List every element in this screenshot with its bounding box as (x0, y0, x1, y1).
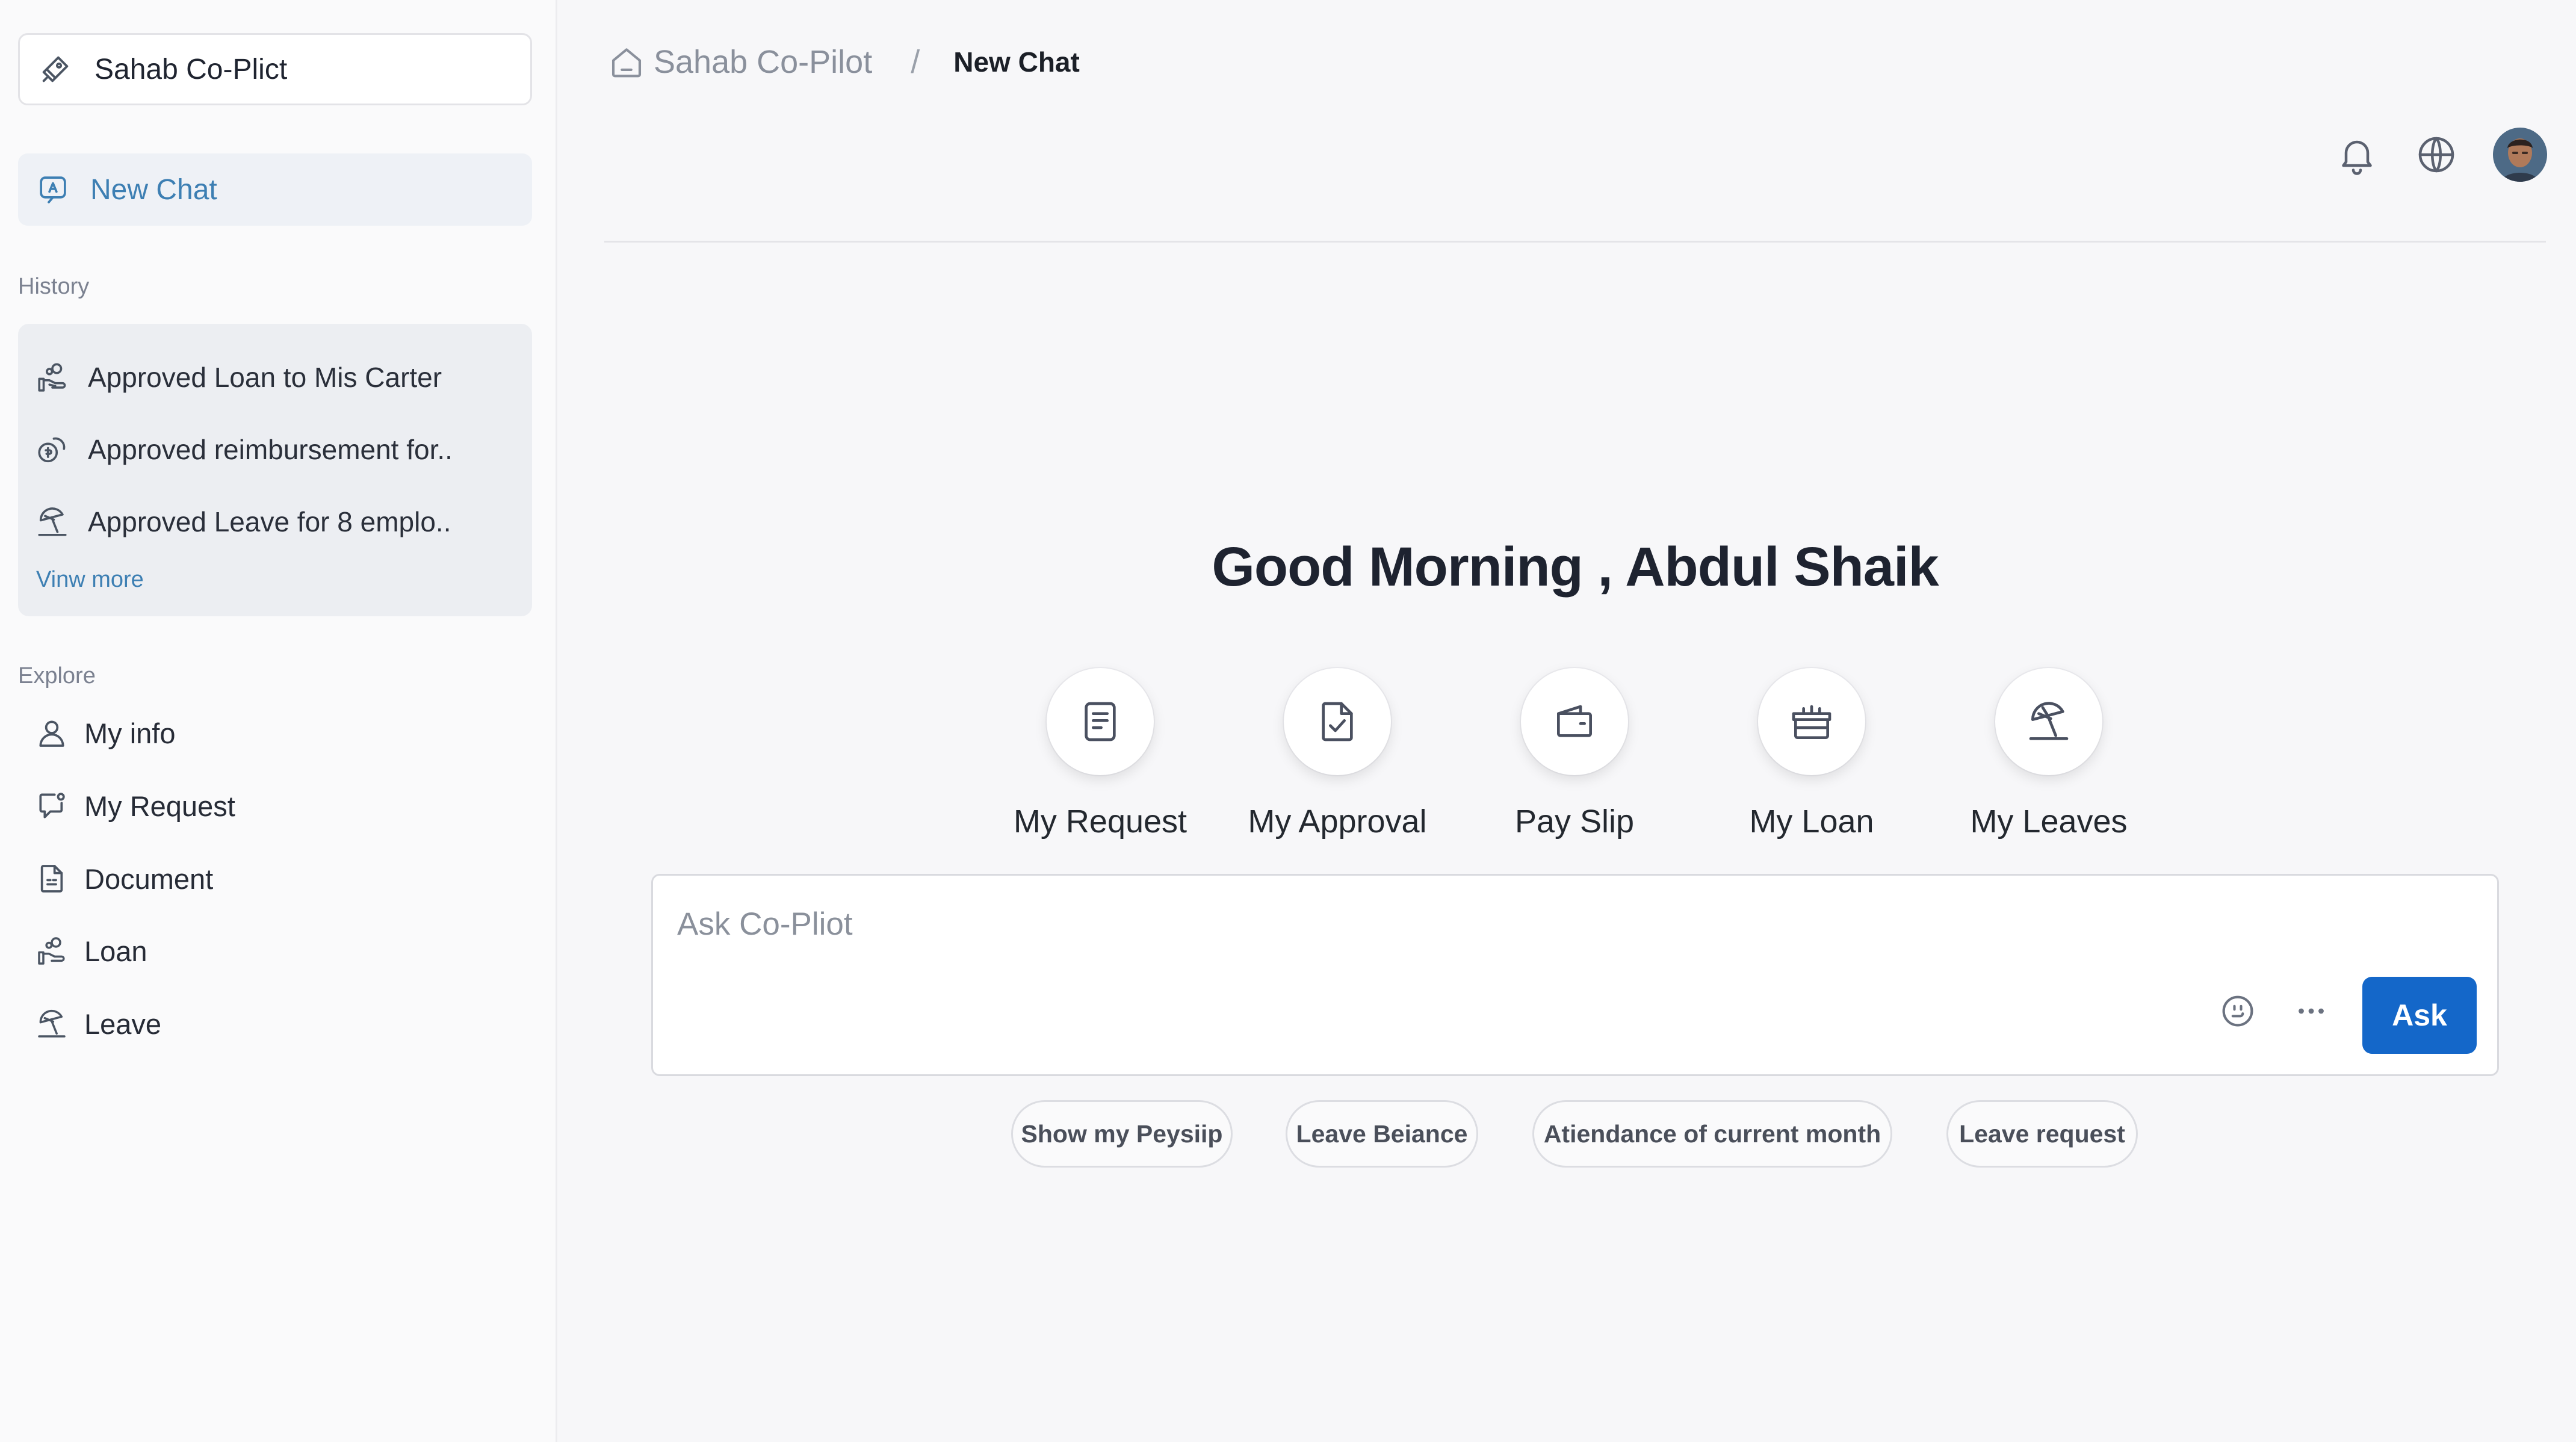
quick-action-label: My Approval (1248, 803, 1427, 840)
new-chat-icon (36, 173, 70, 206)
sidebar-item-leave[interactable]: Leave (35, 1007, 161, 1041)
request-doc-icon (1047, 668, 1154, 775)
bell-icon[interactable] (2335, 133, 2379, 176)
more-options-icon[interactable] (2291, 991, 2331, 1031)
sidebar-item-loan[interactable]: Loan (35, 934, 147, 968)
history-item-label: Approved Loan to Mis Carter (88, 362, 442, 393)
breadcrumb-root[interactable]: Sahab Co-Pilot (654, 43, 872, 81)
beach-umbrella-icon (35, 504, 70, 539)
header-actions (2299, 128, 2547, 182)
quick-action-pay-slip[interactable]: Pay Slip (1475, 668, 1674, 840)
quick-action-my-approval[interactable]: My Approval (1238, 668, 1437, 840)
home-icon[interactable] (608, 43, 645, 81)
user-icon (35, 716, 69, 750)
history-item[interactable]: Approved Loan to Mis Carter (35, 360, 442, 395)
globe-icon[interactable] (2415, 133, 2458, 176)
suggestion-chip[interactable]: Show my Peysiip (1011, 1100, 1233, 1168)
ask-composer: Ask (651, 874, 2499, 1076)
loan-bag-icon (1758, 668, 1865, 775)
suggestion-chip[interactable]: Leave request (1946, 1100, 2138, 1168)
history-heading: History (18, 274, 90, 299)
history-item-label: Approved reimbursement for.. (88, 434, 453, 465)
loan-hand-icon (35, 360, 70, 395)
header-divider (604, 241, 2546, 243)
sidebar-item-label: Document (84, 862, 214, 895)
workspace-name: Sahab Co-Plict (94, 53, 288, 85)
wallet-icon (1521, 668, 1628, 775)
emoji-icon[interactable] (2218, 991, 2258, 1031)
greeting-heading: Good Morning , Abdul Shaik (1212, 536, 1939, 598)
quick-action-label: My Loan (1749, 803, 1874, 840)
avatar[interactable] (2493, 128, 2547, 182)
ask-button[interactable]: Ask (2362, 977, 2477, 1054)
sidebar-item-label: Loan (84, 935, 147, 967)
sidebar-item-label: My info (84, 717, 176, 749)
rocket-icon (38, 52, 73, 87)
breadcrumb: Sahab Co-Pilot / New Chat (608, 41, 1080, 83)
sidebar-item-label: My Request (84, 790, 235, 822)
sidebar-item-document[interactable]: Document (35, 862, 213, 896)
sidebar: Sahab Co-Plict New Chat History Approved… (0, 0, 557, 1442)
approval-doc-icon (1284, 668, 1391, 775)
quick-action-label: My Request (1013, 803, 1187, 840)
loan-hand-icon (35, 934, 69, 968)
sidebar-item-label: Leave (84, 1007, 162, 1040)
request-icon (35, 789, 69, 823)
suggestion-chip[interactable]: Atiendance of current month (1532, 1100, 1892, 1168)
quick-action-my-request[interactable]: My Request (1001, 668, 1200, 840)
history-item[interactable]: Approved Leave for 8 emplo.. (35, 504, 451, 539)
beach-umbrella-icon (35, 1007, 69, 1041)
sidebar-item-my-request[interactable]: My Request (35, 789, 235, 823)
beach-umbrella-icon (1995, 668, 2102, 775)
breadcrumb-current: New Chat (953, 46, 1080, 78)
new-chat-button[interactable]: New Chat (18, 153, 532, 226)
history-item-label: Approved Leave for 8 emplo.. (88, 506, 451, 537)
ask-input[interactable] (677, 900, 2122, 948)
quick-action-my-loan[interactable]: My Loan (1712, 668, 1911, 840)
history-item[interactable]: Approved reimbursement for.. (35, 432, 453, 467)
quick-action-label: Pay Slip (1514, 803, 1635, 840)
sidebar-item-my-info[interactable]: My info (35, 716, 176, 750)
explore-heading: Explore (18, 663, 96, 689)
quick-action-my-leaves[interactable]: My Leaves (1949, 668, 2148, 840)
coins-icon (35, 432, 70, 467)
workspace-selector[interactable]: Sahab Co-Plict (18, 33, 532, 105)
view-more-link[interactable]: Vinw more (36, 567, 144, 593)
quick-action-label: My Leaves (1970, 803, 2128, 840)
document-icon (35, 862, 69, 896)
breadcrumb-separator: / (911, 44, 920, 80)
suggestion-chip[interactable]: Leave Beiance (1286, 1100, 1478, 1168)
new-chat-label: New Chat (90, 173, 217, 206)
